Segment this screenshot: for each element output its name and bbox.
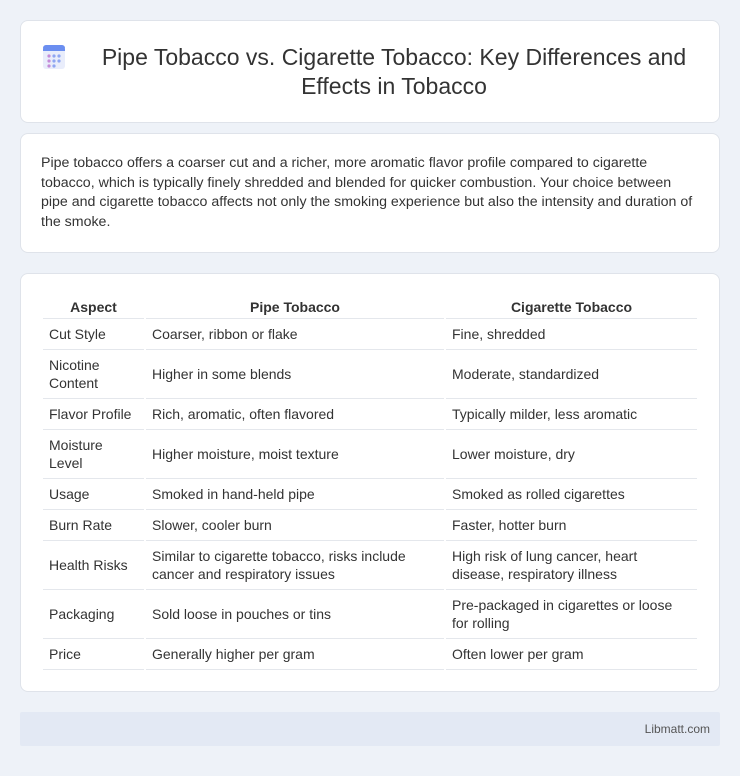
cigarette-tobacco-cell: Often lower per gram xyxy=(444,638,697,670)
table-row: Flavor Profile Rich, aromatic, often fla… xyxy=(43,398,697,430)
table-row: Packaging Sold loose in pouches or tins … xyxy=(43,589,697,639)
aspect-cell: Usage xyxy=(43,478,145,510)
pipe-tobacco-cell: Smoked in hand-held pipe xyxy=(144,478,445,510)
pipe-tobacco-cell: Rich, aromatic, often flavored xyxy=(144,398,445,430)
footer-brand[interactable]: Libmatt.com xyxy=(645,722,710,736)
cigarette-tobacco-cell: Lower moisture, dry xyxy=(444,429,697,479)
column-header-pipe-tobacco: Pipe Tobacco xyxy=(144,294,445,319)
intro-paragraph: Pipe tobacco offers a coarser cut and a … xyxy=(41,155,693,231)
table-row: Nicotine Content Higher in some blends M… xyxy=(43,349,697,399)
column-header-cigarette-tobacco: Cigarette Tobacco xyxy=(444,294,697,319)
pipe-tobacco-cell: Higher moisture, moist texture xyxy=(144,429,445,479)
aspect-cell: Burn Rate xyxy=(43,509,145,541)
cigarette-tobacco-cell: Fine, shredded xyxy=(444,318,697,350)
column-header-aspect: Aspect xyxy=(43,294,145,319)
aspect-cell: Health Risks xyxy=(43,540,145,590)
table-row: Usage Smoked in hand-held pipe Smoked as… xyxy=(43,478,697,510)
table-row: Burn Rate Slower, cooler burn Faster, ho… xyxy=(43,509,697,541)
table-row: Price Generally higher per gram Often lo… xyxy=(43,638,697,670)
aspect-cell: Moisture Level xyxy=(43,429,145,479)
pipe-tobacco-cell: Generally higher per gram xyxy=(144,638,445,670)
page-title: Pipe Tobacco vs. Cigarette Tobacco: Key … xyxy=(101,43,687,99)
aspect-cell: Price xyxy=(43,638,145,670)
comparison-table: Aspect Pipe Tobacco Cigarette Tobacco Cu… xyxy=(43,294,697,670)
pipe-tobacco-cell: Slower, cooler burn xyxy=(144,509,445,541)
table-row: Moisture Level Higher moisture, moist te… xyxy=(43,429,697,479)
footer: Libmatt.com xyxy=(20,712,720,746)
cigarette-tobacco-cell: Faster, hotter burn xyxy=(444,509,697,541)
table-row: Cut Style Coarser, ribbon or flake Fine,… xyxy=(43,318,697,350)
document-icon xyxy=(43,44,65,69)
cigarette-tobacco-cell: Moderate, standardized xyxy=(444,349,697,399)
aspect-cell: Cut Style xyxy=(43,318,145,350)
table-header-row: Aspect Pipe Tobacco Cigarette Tobacco xyxy=(43,294,697,319)
cigarette-tobacco-cell: Typically milder, less aromatic xyxy=(444,398,697,430)
pipe-tobacco-cell: Coarser, ribbon or flake xyxy=(144,318,445,350)
pipe-tobacco-cell: Higher in some blends xyxy=(144,349,445,399)
aspect-cell: Nicotine Content xyxy=(43,349,145,399)
pipe-tobacco-cell: Sold loose in pouches or tins xyxy=(144,589,445,639)
cigarette-tobacco-cell: Pre-packaged in cigarettes or loose for … xyxy=(444,589,697,639)
table-row: Health Risks Similar to cigarette tobacc… xyxy=(43,540,697,590)
aspect-cell: Packaging xyxy=(43,589,145,639)
cigarette-tobacco-cell: High risk of lung cancer, heart disease,… xyxy=(444,540,697,590)
intro-card: Pipe tobacco offers a coarser cut and a … xyxy=(20,133,720,253)
aspect-cell: Flavor Profile xyxy=(43,398,145,430)
comparison-card: Aspect Pipe Tobacco Cigarette Tobacco Cu… xyxy=(20,273,720,692)
pipe-tobacco-cell: Similar to cigarette tobacco, risks incl… xyxy=(144,540,445,590)
cigarette-tobacco-cell: Smoked as rolled cigarettes xyxy=(444,478,697,510)
header-card: Pipe Tobacco vs. Cigarette Tobacco: Key … xyxy=(20,20,720,123)
